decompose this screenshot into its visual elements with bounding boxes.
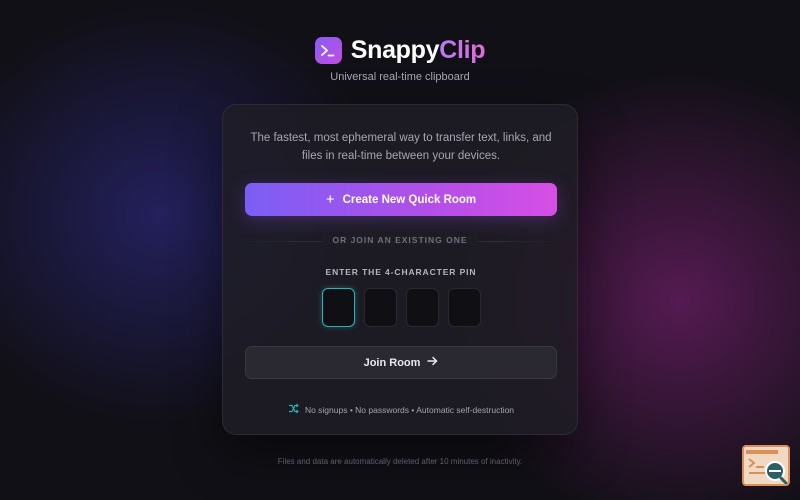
shuffle-icon	[288, 403, 299, 416]
join-card: The fastest, most ephemeral way to trans…	[222, 104, 578, 435]
create-room-button[interactable]: + Create New Quick Room	[245, 183, 557, 216]
pin-input-2[interactable]	[364, 288, 397, 327]
intro-text: The fastest, most ephemeral way to trans…	[250, 132, 552, 162]
footnote-text: No signups • No passwords • Automatic se…	[304, 404, 515, 415]
plus-icon: +	[325, 191, 335, 208]
pin-label: ENTER THE 4-CHARACTER PIN	[325, 267, 477, 277]
pin-input-4[interactable]	[448, 288, 481, 327]
divider-label: OR JOIN AN EXISTING ONE	[322, 235, 478, 245]
join-room-label: Join Room	[363, 356, 421, 369]
arrow-right-icon	[427, 356, 438, 369]
join-room-button[interactable]: Join Room	[245, 346, 557, 379]
retention-note: Files and data are automatically deleted…	[277, 457, 523, 466]
pin-input-3[interactable]	[406, 288, 439, 327]
terminal-icon	[314, 37, 342, 64]
inspector-widget-button[interactable]	[742, 445, 790, 486]
pin-input-1[interactable]	[322, 288, 355, 327]
create-room-label: Create New Quick Room	[342, 193, 477, 206]
privacy-footnote: No signups • No passwords • Automatic se…	[223, 403, 579, 416]
pin-input-group	[322, 288, 481, 327]
brand: SnappyClip	[0, 36, 800, 65]
app-title-part1: Snappy	[350, 36, 440, 64]
app-title: SnappyClip	[351, 36, 486, 65]
inspector-icon	[746, 450, 788, 485]
tagline: Universal real-time clipboard	[330, 71, 470, 83]
app-title-part2: Clip	[439, 36, 486, 64]
